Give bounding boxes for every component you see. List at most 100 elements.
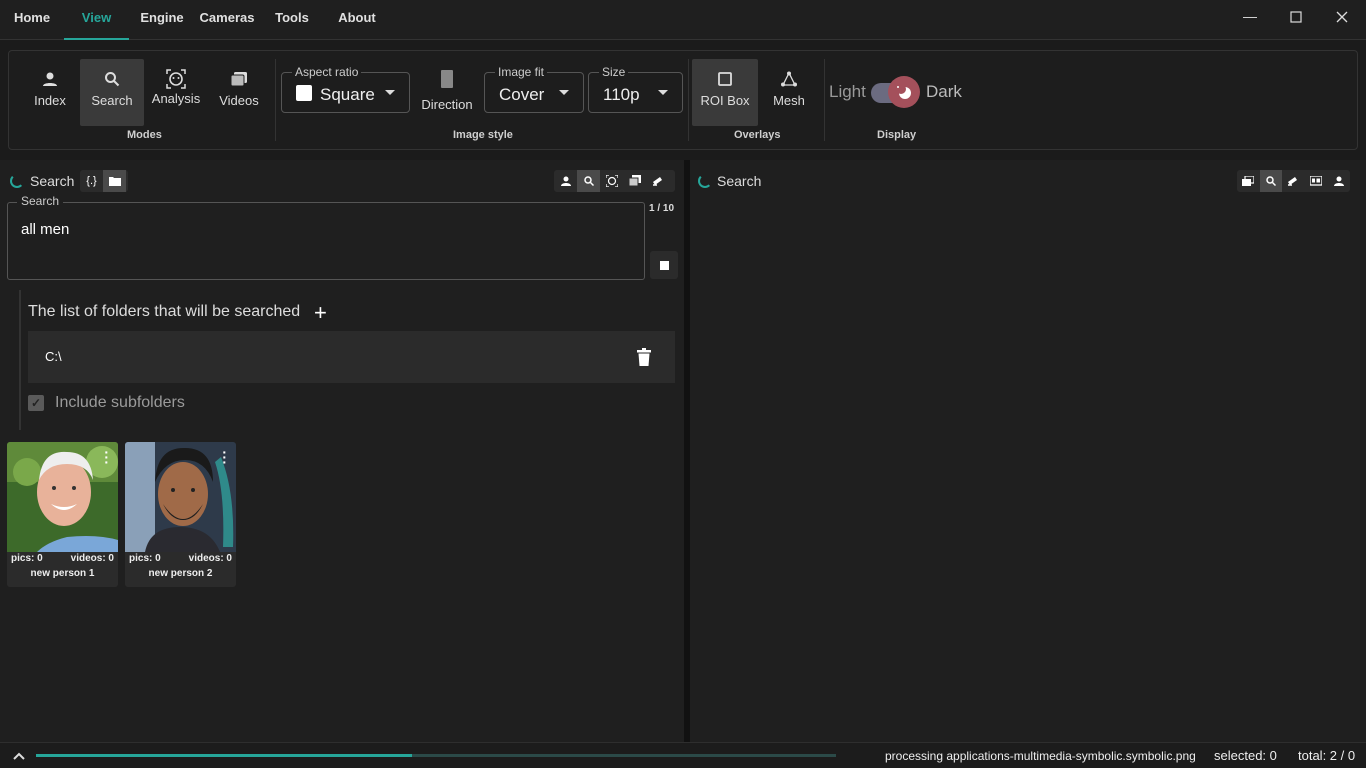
left-mode-toolbar [554,170,675,192]
card-videos: videos: 0 [188,553,232,564]
mode-index-button[interactable]: Index [18,59,82,126]
status-text: processing applications-multimedia-symbo… [885,749,1196,763]
roi-box-button[interactable]: ROI Box [692,59,758,126]
aspect-ratio-dropdown[interactable]: Aspect ratio Square [281,65,410,113]
mode-analysis-button[interactable]: Analysis [144,57,208,124]
stop-icon [660,261,669,270]
face-scan-icon[interactable] [600,170,623,192]
size-value: 110p [603,85,640,104]
roi-box-icon [692,59,758,93]
ribbon-separator [275,59,276,141]
id-card-icon[interactable] [1305,170,1328,192]
right-mode-toolbar [1237,170,1350,192]
portrait-icon [415,59,479,93]
progress-bar [36,754,412,757]
search-icon [80,59,144,93]
person-icon[interactable] [1327,170,1350,192]
card-menu-icon[interactable]: · · · [222,445,227,469]
card-name: new person 1 [30,568,95,579]
gallery-icon[interactable] [1237,170,1260,192]
ribbon: Index Search Analysis Videos Modes Aspec… [8,50,1358,150]
left-pane-title: Search [30,173,75,189]
dark-label: Dark [926,82,962,101]
mode-videos-button[interactable]: Videos [207,59,271,126]
search-field-legend: Search [17,194,64,208]
right-pane: Search [690,160,1366,742]
stop-button[interactable] [650,251,678,279]
square-icon [296,85,312,101]
face-scan-icon [144,57,208,91]
image-fit-dropdown[interactable]: Image fit Cover [484,65,584,113]
active-tab-indicator [64,38,129,40]
loading-spinner-icon [10,174,24,188]
image-fit-value: Cover [499,85,545,104]
person-thumbnail [125,442,236,552]
card-videos: videos: 0 [70,553,114,564]
aspect-ratio-value: Square [320,85,375,104]
total-count: total: 2 / 0 [1298,748,1356,763]
card-stats: pics: 0 videos: 0 [129,553,232,564]
close-icon[interactable] [1330,8,1354,28]
include-subfolders-label: Include subfolders [55,394,185,411]
mode-search-button[interactable]: Search [80,59,144,126]
loading-spinner-icon [698,174,712,188]
search-icon[interactable] [577,170,600,192]
tab-view[interactable]: View [64,0,129,40]
modes-group-label: Modes [127,129,162,141]
folder-section-rule [19,290,21,430]
direction-label: Direction [421,97,473,112]
videos-icon [207,59,271,93]
search-icon[interactable] [1259,170,1283,192]
minimize-icon[interactable]: — [1238,8,1262,28]
menu-bar: Home View Engine Cameras Tools About — [0,0,1366,40]
direction-button[interactable]: Direction [415,59,479,126]
result-counter: 1 / 10 [649,203,675,214]
camera-icon[interactable] [1282,170,1305,192]
tab-cameras[interactable]: Cameras [196,0,258,40]
add-folder-icon[interactable]: + [314,300,327,326]
roi-box-label: ROI Box [700,93,750,108]
card-menu-icon[interactable]: · · · [104,445,109,469]
camera-icon[interactable] [646,170,669,192]
size-dropdown[interactable]: Size 110p [588,65,683,113]
mode-analysis-label: Analysis [151,91,201,106]
trash-icon[interactable] [637,348,651,371]
card-pics: pics: 0 [129,553,161,564]
ribbon-separator [824,59,825,141]
light-label: Light [829,82,866,101]
search-input[interactable]: all men [21,221,69,238]
chevron-down-icon [385,90,395,95]
json-icon[interactable]: {.} [80,170,103,192]
theme-toggle-knob[interactable] [888,76,920,108]
tab-tools[interactable]: Tools [268,0,316,40]
image-fit-legend: Image fit [495,65,548,79]
folder-list-title: The list of folders that will be searche… [28,303,301,320]
image-style-group-label: Image style [453,129,513,141]
tab-engine[interactable]: Engine [137,0,187,40]
mesh-label: Mesh [773,93,805,108]
tab-about[interactable]: About [333,0,381,40]
mode-videos-label: Videos [219,93,259,108]
folder-icon[interactable] [103,170,126,192]
mode-search-label: Search [91,93,133,108]
chevron-down-icon [559,90,569,95]
maximize-icon[interactable] [1284,8,1308,28]
size-legend: Size [599,65,629,79]
mesh-button[interactable]: Mesh [757,59,821,126]
person-card[interactable]: · · · pics: 0 videos: 0 new person 2 [125,442,236,587]
person-card[interactable]: · · · pics: 0 videos: 0 new person 1 [7,442,118,587]
card-name: new person 2 [148,568,213,579]
person-icon[interactable] [554,170,577,192]
include-subfolders-checkbox[interactable]: ✓ [28,395,44,411]
search-field[interactable] [7,202,645,280]
card-pics: pics: 0 [11,553,43,564]
tab-home[interactable]: Home [8,0,56,40]
videos-icon[interactable] [623,170,646,192]
overlays-group-label: Overlays [734,129,781,141]
person-icon [18,59,82,93]
chevron-up-icon[interactable] [12,748,26,766]
aspect-ratio-legend: Aspect ratio [292,65,362,79]
person-thumbnail [7,442,118,552]
moon-icon [896,84,911,99]
right-pane-title: Search [717,173,762,189]
